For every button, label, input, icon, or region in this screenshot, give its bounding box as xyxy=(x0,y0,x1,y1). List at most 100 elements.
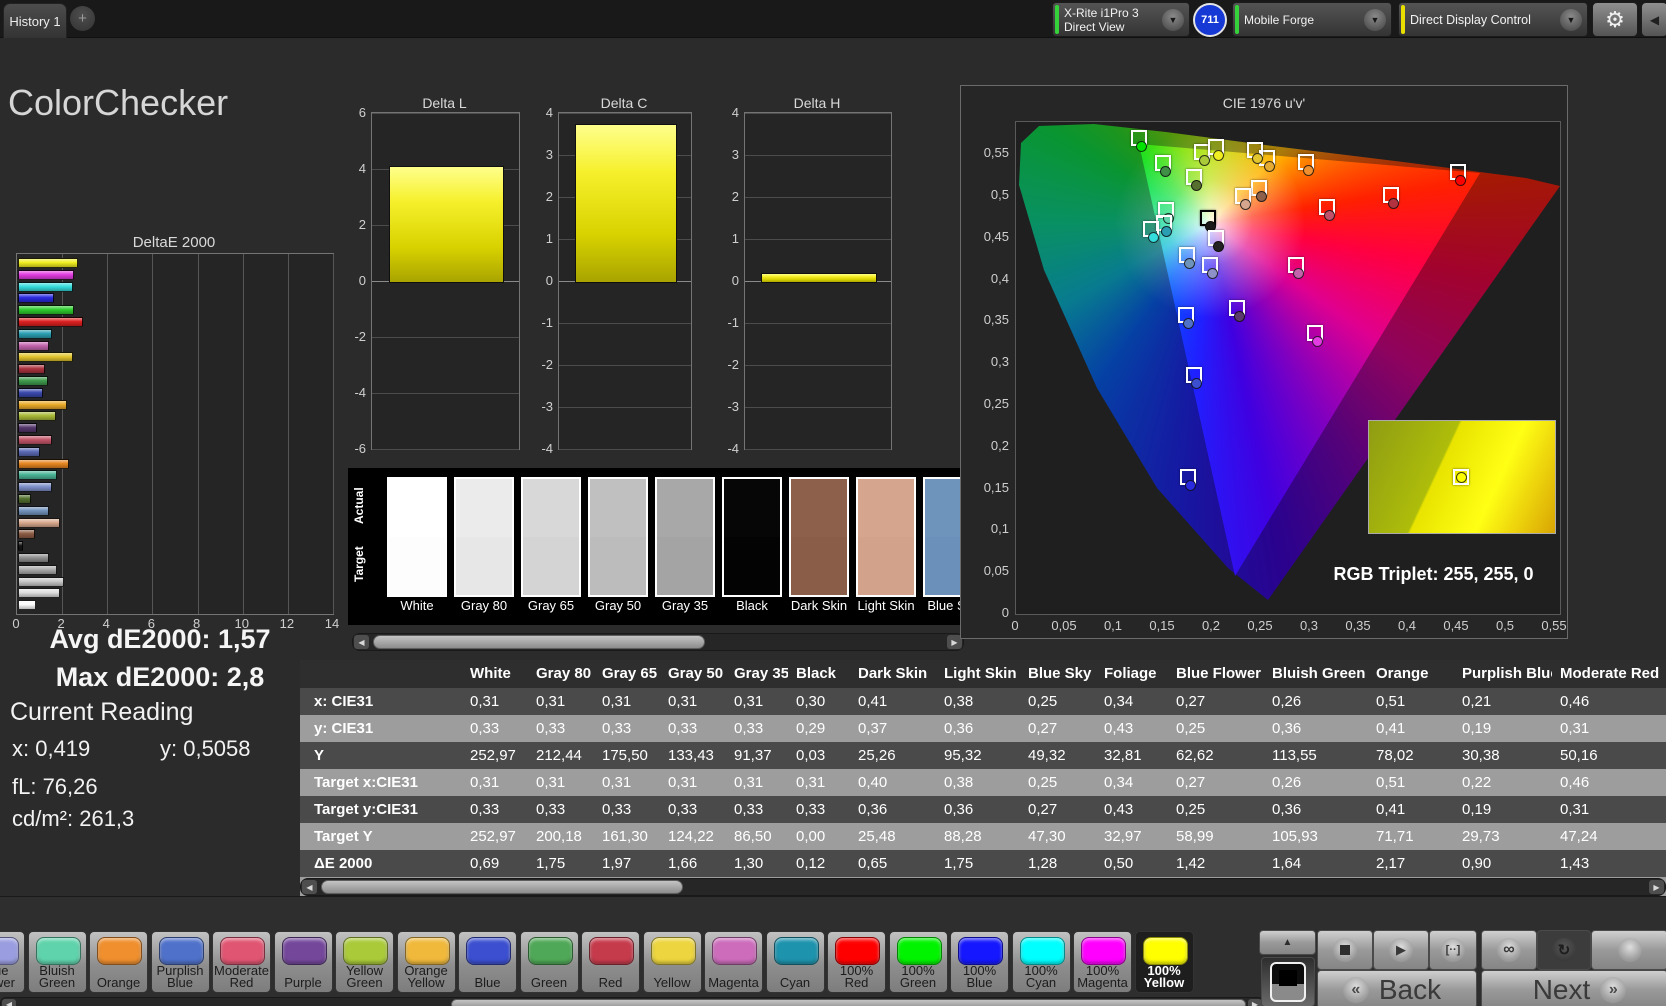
cie-zoom-inset xyxy=(1368,420,1556,534)
patch-label: 100% Blue xyxy=(951,963,1008,989)
scroll-up-button[interactable]: ▲ xyxy=(1259,930,1316,955)
patch-button-cyan[interactable]: Cyan xyxy=(766,931,825,993)
table-cell: 252,97 xyxy=(462,742,528,769)
patch-button-orange-yellow[interactable]: Orange Yellow xyxy=(397,931,456,993)
patch-button-100-green[interactable]: 100% Green xyxy=(889,931,948,993)
delta-bar xyxy=(575,124,677,284)
patch-button-orange[interactable]: Orange xyxy=(89,931,148,993)
scroll-left-button[interactable]: ◀ xyxy=(2,999,16,1006)
swatch-label: Gray 35 xyxy=(651,598,719,613)
table-cell: 0,21 xyxy=(1454,688,1552,715)
patch-label: 100% Cyan xyxy=(1013,963,1070,989)
axis-tick-label: 0,1 xyxy=(1095,618,1131,633)
axis-tick-label: 0,3 xyxy=(1291,618,1327,633)
patch-button-100-magenta[interactable]: 100% Magenta xyxy=(1073,931,1132,993)
meter-display-control[interactable]: Direct Display Control ▼ xyxy=(1398,2,1588,37)
table-cell: 0,36 xyxy=(936,796,1020,823)
play-button[interactable]: ▶ xyxy=(1373,930,1429,970)
patch-label: 100% Magenta xyxy=(1074,963,1131,989)
table-cell: 0,25 xyxy=(1020,769,1096,796)
cie-measured-dot xyxy=(1234,311,1245,322)
patch-button-blue-flower[interactable]: Blue Flower xyxy=(0,931,25,993)
table-cell: 0,34 xyxy=(1096,688,1168,715)
scroll-thumb[interactable] xyxy=(451,999,1246,1006)
de-bar-gray-65 xyxy=(18,577,64,587)
patch-button-green[interactable]: Green xyxy=(520,931,579,993)
de-bar-yellow-green xyxy=(18,411,56,421)
patch-button-100-red[interactable]: 100% Red xyxy=(827,931,886,993)
scroll-left-button[interactable]: ◀ xyxy=(302,880,317,894)
patch-button-bluish-green[interactable]: Bluish Green xyxy=(28,931,87,993)
cie-measured-dot xyxy=(1324,210,1335,221)
next-button[interactable]: Next » xyxy=(1481,970,1666,1006)
grid-line xyxy=(745,449,891,450)
meter-status-bar xyxy=(1401,5,1405,34)
stop-button[interactable] xyxy=(1317,930,1373,970)
cie-measured-dot xyxy=(1183,318,1194,329)
axis-tick-label: 0,45 xyxy=(1438,618,1474,633)
patch-button-100-cyan[interactable]: 100% Cyan xyxy=(1012,931,1071,993)
swatch-target xyxy=(858,537,914,595)
scroll-thumb[interactable] xyxy=(321,880,683,894)
scroll-right-button[interactable]: ▶ xyxy=(1649,880,1664,894)
patch-button-100-yellow[interactable]: 100% Yellow xyxy=(1135,931,1194,993)
table-cell: 0,43 xyxy=(1096,796,1168,823)
axis-tick-label: 4 xyxy=(717,105,739,120)
de-bar-100-cyan xyxy=(18,282,73,292)
scroll-right-button[interactable]: ▶ xyxy=(1248,999,1262,1006)
table-header-cell: Orange xyxy=(1368,660,1454,688)
collapse-panel-button[interactable]: ◀ xyxy=(1641,2,1666,37)
axis-tick-label: 1 xyxy=(717,231,739,246)
current-reading-heading: Current Reading xyxy=(10,698,193,727)
patch-button-purple[interactable]: Purple xyxy=(274,931,333,993)
patch-label: Purple xyxy=(275,963,332,989)
patch-button-red[interactable]: Red xyxy=(581,931,640,993)
back-button[interactable]: « Back xyxy=(1317,970,1477,1006)
patch-button-100-blue[interactable]: 100% Blue xyxy=(950,931,1009,993)
badge-711[interactable]: 711 xyxy=(1193,3,1227,37)
arrow-right-icon: ▶ xyxy=(1653,883,1659,892)
table-cell: 0,51 xyxy=(1368,769,1454,796)
table-header-cell: Gray 80 xyxy=(528,660,594,688)
table-cell: 1,64 xyxy=(1264,850,1368,877)
patch-button-magenta[interactable]: Magenta xyxy=(704,931,763,993)
swatch-target xyxy=(791,537,847,595)
swatch-row-label-actual: Actual xyxy=(352,477,372,535)
cie-measured-dot xyxy=(1456,472,1467,483)
scroll-thumb[interactable] xyxy=(373,635,705,649)
meter-xrite[interactable]: X-Rite i1Pro 3Direct View ▼ xyxy=(1052,2,1190,37)
scroll-left-button[interactable]: ◀ xyxy=(354,635,369,649)
continuous-button[interactable]: ∞ xyxy=(1481,930,1537,970)
page-title: ColorChecker xyxy=(8,82,228,124)
table-cell: 0,31 xyxy=(1552,796,1666,823)
add-tab-button[interactable]: + xyxy=(70,6,95,31)
refresh-button[interactable]: ↻ xyxy=(1537,930,1591,970)
patch-button-yellow[interactable]: Yellow xyxy=(643,931,702,993)
axis-tick-label: 2 xyxy=(717,189,739,204)
table-cell: 0,38 xyxy=(936,769,1020,796)
meter-dropdown-button[interactable]: ▼ xyxy=(1162,9,1184,31)
swatch-label: Gray 50 xyxy=(584,598,652,613)
swatch-actual xyxy=(791,479,847,537)
settings-button[interactable]: ⚙ xyxy=(1592,2,1638,37)
meter-dropdown-button[interactable]: ▼ xyxy=(1560,9,1582,31)
stat-avg-de2000: Avg dE2000: 1,57 xyxy=(0,624,320,655)
patch-button-purplish-blue[interactable]: Purplish Blue xyxy=(151,931,210,993)
table-row: ΔE 20000,691,751,971,661,300,120,651,751… xyxy=(300,850,1666,877)
meter-xrite-line2: Direct View xyxy=(1064,20,1139,34)
table-cell: 0,00 xyxy=(788,823,850,850)
patch-button-moderate-red[interactable]: Moderate Red xyxy=(212,931,271,993)
patch-button-yellow-green[interactable]: Yellow Green xyxy=(335,931,394,993)
swatch-actual xyxy=(389,479,445,537)
de-bar-dark-skin xyxy=(18,529,35,539)
meter-mobile-forge[interactable]: Mobile Forge ▼ xyxy=(1232,2,1392,37)
window-pattern-button[interactable] xyxy=(1261,957,1315,1006)
patch-button-blue[interactable]: Blue xyxy=(458,931,517,993)
loop-range-button[interactable]: [··] xyxy=(1429,930,1477,970)
swatch-target xyxy=(389,537,445,595)
tab-history-1[interactable]: History 1 xyxy=(3,3,67,38)
table-cell: 95,32 xyxy=(936,742,1020,769)
table-row-label: y: CIE31 xyxy=(300,715,462,742)
record-button[interactable] xyxy=(1591,930,1666,970)
meter-dropdown-button[interactable]: ▼ xyxy=(1364,9,1386,31)
